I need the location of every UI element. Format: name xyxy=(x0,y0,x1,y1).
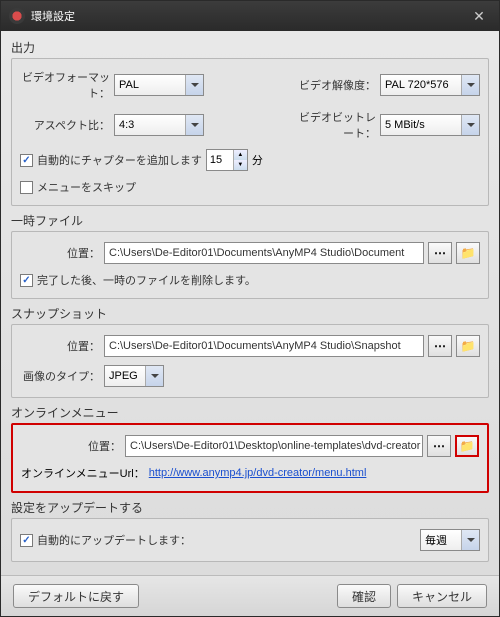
checkbox-icon xyxy=(20,534,33,547)
close-button[interactable]: ✕ xyxy=(467,4,491,28)
online-menu-path-input[interactable]: C:\Users\De-Editor01\Desktop\online-temp… xyxy=(125,435,423,457)
window-title: 環境設定 xyxy=(31,8,467,24)
spin-down-icon[interactable]: ▼ xyxy=(233,160,247,170)
section-snapshot-title: スナップショット xyxy=(11,305,489,322)
auto-update-checkbox[interactable]: 自動的にアップデートします： xyxy=(20,532,191,548)
restore-defaults-button[interactable]: デフォルトに戻す xyxy=(13,584,139,608)
section-output-box: ビデオフォーマット： PAL ビデオ解像度： PAL 720*576 アスペクト… xyxy=(11,58,489,206)
content-area: 出力 ビデオフォーマット： PAL ビデオ解像度： PAL 720*576 xyxy=(1,31,499,575)
section-online-menu: オンラインメニュー 位置： C:\Users\De-Editor01\Deskt… xyxy=(11,404,489,493)
ok-button[interactable]: 確認 xyxy=(337,584,391,608)
app-icon xyxy=(9,8,25,24)
video-format-select[interactable]: PAL xyxy=(114,74,204,96)
snapshot-type-select[interactable]: JPEG xyxy=(104,365,164,387)
bitrate-label: ビデオビットレート： xyxy=(296,109,376,141)
chevron-down-icon xyxy=(461,115,479,135)
section-online-menu-box: 位置： C:\Users\De-Editor01\Desktop\online-… xyxy=(11,423,489,493)
chevron-down-icon xyxy=(185,75,203,95)
snapshot-browse-button[interactable] xyxy=(428,335,452,357)
chapter-minutes-unit: 分 xyxy=(252,152,263,168)
video-format-value: PAL xyxy=(119,79,139,91)
tempfile-path-input[interactable]: C:\Users\De-Editor01\Documents\AnyMP4 St… xyxy=(104,242,424,264)
settings-window: 環境設定 ✕ 出力 ビデオフォーマット： PAL ビデオ解像度： PAL 720… xyxy=(0,0,500,617)
auto-chapter-label: 自動的にチャプターを追加します xyxy=(37,152,202,168)
bitrate-select[interactable]: 5 MBit/s xyxy=(380,114,480,136)
online-menu-url-label: オンラインメニューUrl： xyxy=(21,465,145,481)
online-menu-url-link[interactable]: http://www.anymp4.jp/dvd-creator/menu.ht… xyxy=(149,467,367,479)
chevron-down-icon xyxy=(461,75,479,95)
aspect-select[interactable]: 4:3 xyxy=(114,114,204,136)
auto-update-label: 自動的にアップデートします： xyxy=(37,532,191,548)
section-tempfile-title: 一時ファイル xyxy=(11,212,489,229)
delete-temp-checkbox[interactable]: 完了した後、一時のファイルを削除します。 xyxy=(20,272,256,288)
titlebar: 環境設定 ✕ xyxy=(1,1,499,31)
section-snapshot: スナップショット 位置： C:\Users\De-Editor01\Docume… xyxy=(11,305,489,398)
auto-chapter-checkbox[interactable]: 自動的にチャプターを追加します xyxy=(20,152,202,168)
chevron-down-icon xyxy=(185,115,203,135)
bitrate-value: 5 MBit/s xyxy=(385,119,425,131)
online-menu-path-label: 位置： xyxy=(21,438,121,454)
checkbox-icon xyxy=(20,181,33,194)
tempfile-path-label: 位置： xyxy=(20,245,100,261)
footer: デフォルトに戻す 確認 キャンセル xyxy=(1,575,499,616)
snapshot-path-value: C:\Users\De-Editor01\Documents\AnyMP4 St… xyxy=(109,340,401,352)
online-menu-path-value: C:\Users\De-Editor01\Desktop\online-temp… xyxy=(130,440,420,452)
aspect-value: 4:3 xyxy=(119,119,134,131)
delete-temp-label: 完了した後、一時のファイルを削除します。 xyxy=(37,272,256,288)
section-update: 設定をアップデートする 自動的にアップデートします： 毎週 xyxy=(11,499,489,562)
chapter-minutes-value: 15 xyxy=(210,154,222,166)
snapshot-path-input[interactable]: C:\Users\De-Editor01\Documents\AnyMP4 St… xyxy=(104,335,424,357)
online-menu-open-folder-button[interactable] xyxy=(455,435,479,457)
update-frequency-select[interactable]: 毎週 xyxy=(420,529,480,551)
chapter-minutes-spinner[interactable]: 15 ▲▼ xyxy=(206,149,248,171)
tempfile-path-value: C:\Users\De-Editor01\Documents\AnyMP4 St… xyxy=(109,247,404,259)
tempfile-open-folder-button[interactable] xyxy=(456,242,480,264)
checkbox-icon xyxy=(20,274,33,287)
snapshot-type-value: JPEG xyxy=(109,370,138,382)
section-output: 出力 ビデオフォーマット： PAL ビデオ解像度： PAL 720*576 xyxy=(11,39,489,206)
resolution-label: ビデオ解像度： xyxy=(296,77,376,93)
checkbox-icon xyxy=(20,154,33,167)
resolution-value: PAL 720*576 xyxy=(385,79,449,91)
chevron-down-icon xyxy=(145,366,163,386)
video-format-label: ビデオフォーマット： xyxy=(20,69,110,101)
snapshot-open-folder-button[interactable] xyxy=(456,335,480,357)
aspect-label: アスペクト比： xyxy=(20,117,110,133)
section-update-box: 自動的にアップデートします： 毎週 xyxy=(11,518,489,562)
chevron-down-icon xyxy=(461,530,479,550)
snapshot-path-label: 位置： xyxy=(20,338,100,354)
update-frequency-value: 毎週 xyxy=(425,532,447,548)
skip-menu-checkbox[interactable]: メニューをスキップ xyxy=(20,179,136,195)
snapshot-type-label: 画像のタイプ： xyxy=(20,368,100,384)
tempfile-browse-button[interactable] xyxy=(428,242,452,264)
skip-menu-label: メニューをスキップ xyxy=(37,179,136,195)
spin-up-icon[interactable]: ▲ xyxy=(233,150,247,160)
section-update-title: 設定をアップデートする xyxy=(11,499,489,516)
section-tempfile-box: 位置： C:\Users\De-Editor01\Documents\AnyMP… xyxy=(11,231,489,299)
cancel-button[interactable]: キャンセル xyxy=(397,584,487,608)
online-menu-browse-button[interactable] xyxy=(427,435,451,457)
section-snapshot-box: 位置： C:\Users\De-Editor01\Documents\AnyMP… xyxy=(11,324,489,398)
section-online-menu-title: オンラインメニュー xyxy=(11,404,489,421)
section-tempfile: 一時ファイル 位置： C:\Users\De-Editor01\Document… xyxy=(11,212,489,299)
section-output-title: 出力 xyxy=(11,39,489,56)
resolution-select[interactable]: PAL 720*576 xyxy=(380,74,480,96)
